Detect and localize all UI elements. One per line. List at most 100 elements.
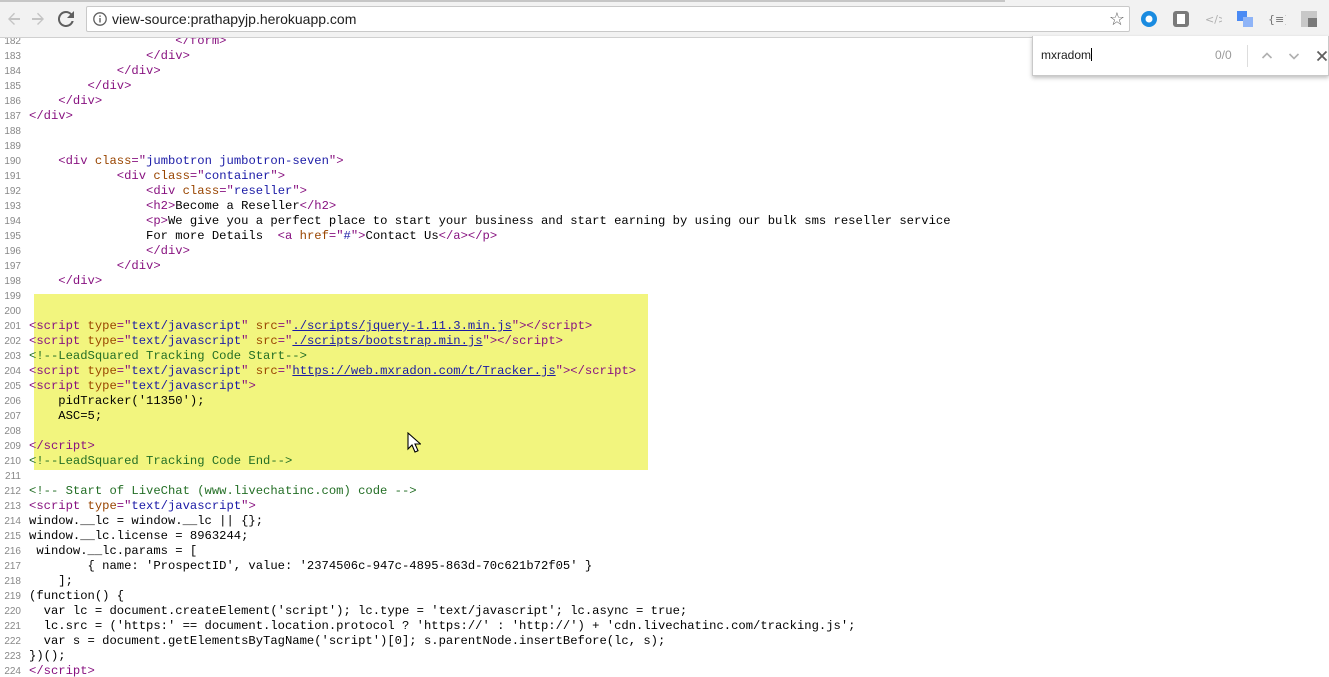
- mouse-cursor-icon: [407, 432, 421, 453]
- line-code: <h2>Become a Reseller</h2>: [146, 199, 337, 213]
- line-number: 190: [4, 156, 21, 167]
- line-number: 207: [4, 411, 21, 422]
- forward-button[interactable]: [26, 7, 50, 31]
- svg-text:{≡}: {≡}: [1268, 13, 1286, 26]
- line-number: 205: [4, 381, 21, 392]
- line-code: </div>: [58, 94, 103, 108]
- line-number: 193: [4, 201, 21, 212]
- line-code: <script type="text/javascript">: [29, 379, 256, 393]
- line-number: 216: [4, 546, 21, 557]
- line-code: <div class="reseller">: [146, 184, 307, 198]
- line-number: 204: [4, 366, 21, 377]
- line-code: </div>: [116, 259, 161, 273]
- line-number: 208: [4, 426, 21, 437]
- line-code: </div>: [116, 64, 161, 78]
- line-code: </div>: [146, 49, 190, 63]
- extension-note-icon[interactable]: [1172, 10, 1190, 28]
- line-number: 215: [4, 531, 21, 542]
- url-text[interactable]: view-source:prathapyjp.herokuapp.com: [112, 11, 356, 27]
- reload-button[interactable]: [54, 7, 78, 31]
- line-code: </script>: [29, 664, 95, 677]
- line-number: 192: [4, 186, 21, 197]
- line-number: 199: [4, 291, 21, 302]
- line-code: <!--LeadSquared Tracking Code End-->: [29, 454, 293, 468]
- line-code: <div class="container">: [116, 169, 286, 183]
- line-number: 206: [4, 396, 21, 407]
- line-number: 223: [4, 651, 21, 662]
- find-input[interactable]: mxradom: [1041, 48, 1093, 62]
- line-number: 213: [4, 501, 21, 512]
- address-bar[interactable]: view-source:prathapyjp.herokuapp.com ☆: [86, 6, 1130, 32]
- page-load-progress: [0, 0, 1005, 2]
- line-code: var s = document.getElementsByTagName('s…: [29, 634, 666, 648]
- extension-code-icon[interactable]: </>: [1204, 10, 1222, 28]
- line-number: 188: [4, 126, 21, 137]
- line-number: 186: [4, 96, 21, 107]
- find-close-button[interactable]: [1312, 46, 1329, 66]
- extension-window-icon[interactable]: [1300, 10, 1318, 28]
- line-code: })();: [29, 649, 66, 663]
- line-number: 196: [4, 246, 21, 257]
- line-code: </script>: [29, 439, 95, 453]
- star-icon[interactable]: ☆: [1109, 9, 1125, 29]
- line-number: 214: [4, 516, 21, 527]
- line-number: 222: [4, 636, 21, 647]
- line-number: 201: [4, 321, 21, 332]
- line-code: { name: 'ProspectID', value: '2374506c-9…: [29, 559, 593, 573]
- line-number: 189: [4, 141, 21, 152]
- line-code: For more Details <a href="#">Contact Us<…: [29, 229, 498, 243]
- line-number: 185: [4, 81, 21, 92]
- find-next-button[interactable]: [1284, 46, 1304, 66]
- line-code: <!--LeadSquared Tracking Code Start-->: [29, 349, 307, 363]
- line-number: 183: [4, 51, 21, 62]
- chevron-down-icon: [1288, 53, 1300, 60]
- line-code: <script type="text/javascript">: [29, 499, 256, 513]
- line-code: window.__lc.license = 8963244;: [29, 529, 249, 543]
- line-number: 191: [4, 171, 21, 182]
- line-number: 224: [4, 666, 21, 677]
- arrow-right-icon: [32, 12, 44, 25]
- line-code: <div class="jumbotron jumbotron-seven">: [58, 154, 344, 168]
- extension-translate-icon[interactable]: [1236, 10, 1254, 28]
- line-code: pidTracker('11350');: [29, 394, 205, 408]
- line-code: <!-- Start of LiveChat (www.livechatinc.…: [29, 484, 417, 498]
- line-number: 221: [4, 621, 21, 632]
- line-number: 194: [4, 216, 21, 227]
- back-button[interactable]: [2, 7, 26, 31]
- close-icon: [1316, 50, 1328, 62]
- extension-json-icon[interactable]: {≡}: [1268, 10, 1286, 28]
- line-code: </div>: [87, 79, 132, 93]
- line-number: 211: [5, 471, 21, 482]
- line-code: ASC=5;: [29, 409, 103, 423]
- line-code: <script type="text/javascript" src="http…: [29, 364, 637, 378]
- line-number: 195: [4, 231, 21, 242]
- arrow-left-icon: [8, 12, 20, 25]
- browser-toolbar: view-source:prathapyjp.herokuapp.com ☆ <…: [0, 0, 1329, 38]
- chevron-up-icon: [1261, 52, 1273, 59]
- find-divider: [1247, 45, 1248, 67]
- line-code: </div>: [29, 109, 73, 123]
- line-number: 187: [4, 111, 21, 122]
- line-number: 217: [4, 561, 21, 572]
- line-number: 203: [4, 351, 21, 362]
- info-icon[interactable]: [93, 12, 107, 26]
- line-number: 210: [4, 456, 21, 467]
- line-code: var lc = document.createElement('script'…: [29, 604, 688, 618]
- line-number: 198: [4, 276, 21, 287]
- line-number: 220: [4, 606, 21, 617]
- line-code: <script type="text/javascript" src="./sc…: [29, 334, 563, 348]
- extension-circle-icon[interactable]: [1140, 10, 1158, 28]
- line-number: 197: [4, 261, 21, 272]
- line-number: 218: [4, 576, 21, 587]
- line-number: 184: [4, 66, 21, 77]
- line-code: window.__lc = window.__lc || {};: [29, 514, 264, 528]
- line-code: </form>: [175, 38, 227, 48]
- line-code: <p>We give you a perfect place to start …: [146, 214, 951, 228]
- reload-icon: [58, 11, 74, 27]
- line-code: </div>: [58, 274, 103, 288]
- find-match-count: 0/0: [1215, 48, 1232, 62]
- source-view: 182 </form> 183 </div> 184 </div> 185 </div…: [0, 38, 1329, 677]
- line-code: lc.src = ('https:' == document.location.…: [29, 619, 856, 633]
- find-previous-button[interactable]: [1257, 46, 1277, 66]
- line-number: 200: [4, 306, 21, 317]
